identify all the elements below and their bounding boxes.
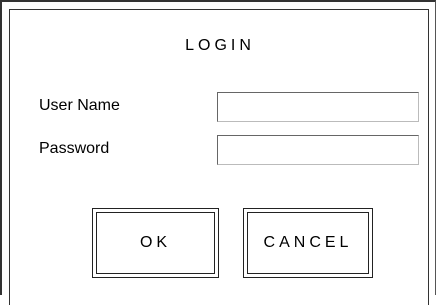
ok-button[interactable]: OK: [92, 208, 219, 278]
cancel-button-label: CANCEL: [247, 212, 369, 274]
dialog-title: LOGIN: [185, 37, 255, 54]
password-label: Password: [39, 140, 110, 157]
login-dialog: LOGIN User Name Password OK CANCEL: [0, 0, 436, 305]
password-input[interactable]: [217, 135, 419, 165]
username-input[interactable]: [217, 92, 419, 122]
cancel-button[interactable]: CANCEL: [243, 208, 373, 278]
ok-button-label: OK: [96, 212, 215, 274]
username-label: User Name: [39, 97, 120, 114]
